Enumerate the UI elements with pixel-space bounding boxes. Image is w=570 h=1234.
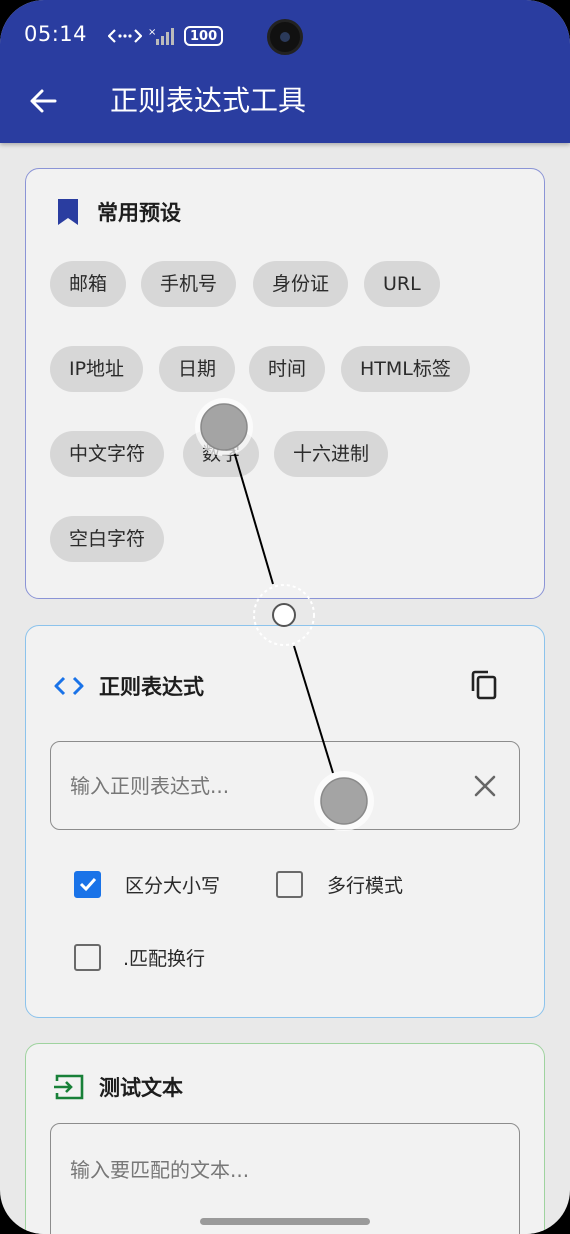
bookmark-icon [58,199,78,225]
copy-icon [471,670,497,700]
preset-chip-hex[interactable]: 十六进制 [274,431,389,477]
presets-title: 常用预设 [97,201,181,225]
option-case-sensitive[interactable]: 区分大小写 [74,868,220,900]
data-transfer-icon [108,29,142,43]
svg-text:×: × [148,27,156,38]
home-indicator[interactable] [200,1218,370,1225]
app-bar: 05:14 × 100 正则表达式工具 [0,0,570,143]
presets-card: 常用预设 邮箱 手机号 身份证 URL IP地址 日期 时间 HTML标签 中文… [25,168,545,599]
front-camera [267,19,303,55]
preset-chip-digits[interactable]: 数字 [183,431,260,477]
preset-chip-html-tag[interactable]: HTML标签 [341,346,470,392]
option-dotall[interactable]: .匹配换行 [74,941,205,973]
preset-chip-ip[interactable]: IP地址 [50,346,144,392]
battery-indicator: 100 [184,26,224,46]
close-icon [474,775,496,797]
back-button[interactable] [24,82,62,120]
case-sensitive-label: 区分大小写 [125,874,221,897]
regex-header: 正则表达式 [53,670,204,702]
preset-chip-time[interactable]: 时间 [249,346,326,392]
test-title: 测试文本 [99,1076,183,1100]
presets-header: 常用预设 [53,196,181,228]
copy-button[interactable] [469,669,499,701]
multiline-checkbox[interactable] [276,870,303,898]
status-icons: × 100 [108,24,224,48]
preset-chip-chinese[interactable]: 中文字符 [50,431,165,477]
test-text-placeholder: 输入要匹配的文本... [70,1158,250,1182]
screen: 05:14 × 100 正则表达式工具 常用预设 邮箱 手机号 身份证 URL … [0,0,570,1234]
preset-chip-date[interactable]: 日期 [159,346,236,392]
code-icon [54,676,84,696]
preset-chip-url[interactable]: URL [364,261,440,307]
input-icon [54,1074,84,1100]
preset-chip-phone[interactable]: 手机号 [141,261,237,307]
test-header: 测试文本 [53,1071,183,1103]
preset-chip-id-card[interactable]: 身份证 [253,261,349,307]
regex-input[interactable]: 输入正则表达式... [50,741,520,830]
regex-card: 正则表达式 输入正则表达式... 区分大小写 多行模式 .匹配换行 [25,625,545,1018]
clear-button[interactable] [471,772,499,800]
arrow-back-icon [30,89,57,113]
case-sensitive-checkbox[interactable] [74,870,101,898]
regex-input-placeholder: 输入正则表达式... [70,774,230,798]
multiline-label: 多行模式 [327,874,404,897]
check-icon [79,877,96,892]
status-time: 05:14 [24,22,88,46]
dotall-label: .匹配换行 [123,947,206,970]
regex-title: 正则表达式 [99,675,204,699]
test-text-card: 测试文本 输入要匹配的文本... [25,1043,545,1234]
page-title: 正则表达式工具 [110,84,307,117]
dotall-checkbox[interactable] [74,943,101,971]
preset-chip-email[interactable]: 邮箱 [50,261,127,307]
preset-chip-whitespace[interactable]: 空白字符 [50,516,165,562]
signal-icon: × [148,27,174,45]
option-multiline[interactable]: 多行模式 [276,868,403,900]
